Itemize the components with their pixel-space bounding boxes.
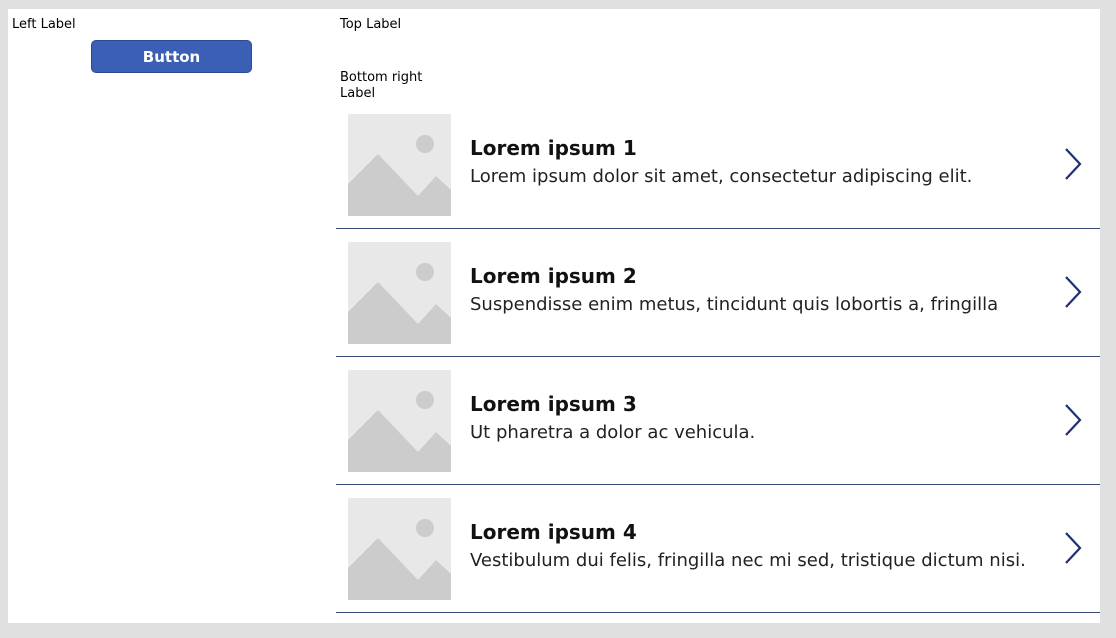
item-title: Lorem ipsum 4 (470, 520, 637, 544)
left-label: Left Label (12, 17, 76, 32)
gallery-item[interactable]: Lorem ipsum 1 Lorem ipsum dolor sit amet… (336, 101, 1100, 229)
top-label: Top Label (340, 17, 402, 32)
item-subtitle: Suspendisse enim metus, tincidunt quis l… (470, 294, 999, 315)
screen-canvas: Left Label Button Top Label Bottom right… (8, 9, 1100, 623)
image-placeholder-icon (348, 370, 451, 472)
chevron-right-icon[interactable] (1062, 147, 1084, 181)
item-title: Lorem ipsum 2 (470, 264, 637, 288)
item-subtitle: Ut pharetra a dolor ac vehicula. (470, 422, 756, 443)
image-placeholder-icon (348, 242, 451, 344)
image-placeholder-icon (348, 498, 451, 600)
gallery-item[interactable]: Lorem ipsum 4 Vestibulum dui felis, frin… (336, 485, 1100, 613)
chevron-right-icon[interactable] (1062, 403, 1084, 437)
gallery-item[interactable]: Lorem ipsum 2 Suspendisse enim metus, ti… (336, 229, 1100, 357)
chevron-right-icon[interactable] (1062, 531, 1084, 565)
gallery-list: Lorem ipsum 1 Lorem ipsum dolor sit amet… (336, 101, 1100, 613)
item-title: Lorem ipsum 1 (470, 136, 637, 160)
primary-button[interactable]: Button (91, 40, 252, 73)
item-title: Lorem ipsum 3 (470, 392, 637, 416)
chevron-right-icon[interactable] (1062, 275, 1084, 309)
bottom-right-label: Bottom right Label (340, 70, 423, 101)
item-subtitle: Lorem ipsum dolor sit amet, consectetur … (470, 166, 973, 187)
item-subtitle: Vestibulum dui felis, fringilla nec mi s… (470, 550, 1026, 571)
gallery-item[interactable]: Lorem ipsum 3 Ut pharetra a dolor ac veh… (336, 357, 1100, 485)
image-placeholder-icon (348, 114, 451, 216)
